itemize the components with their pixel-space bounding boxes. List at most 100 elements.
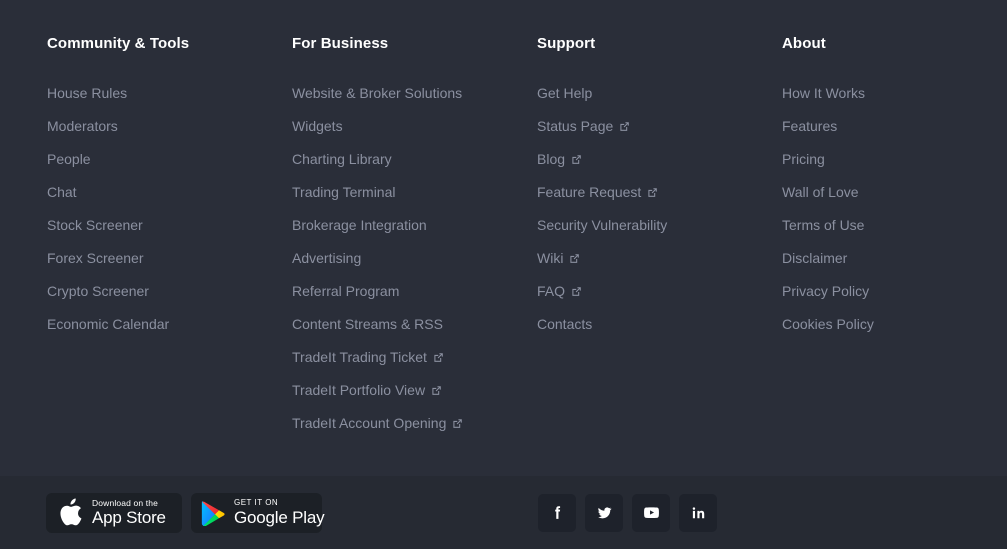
footer-link-item: Chat bbox=[47, 176, 292, 209]
footer-link[interactable]: Referral Program bbox=[292, 275, 399, 308]
footer-link-list: Get Help Status Page Blog Feature Request Se… bbox=[537, 77, 782, 341]
footer-link-label: Get Help bbox=[537, 85, 593, 101]
footer-link[interactable]: Content Streams & RSS bbox=[292, 308, 443, 341]
external-link-icon bbox=[431, 385, 442, 396]
footer-link-item: Terms of Use bbox=[782, 209, 1007, 242]
footer-link[interactable]: TradeIt Portfolio View bbox=[292, 374, 442, 407]
footer-link-columns-region: Community & Tools House Rules Moderators Pe… bbox=[0, 0, 1007, 476]
footer-column: For Business Website & Broker Solutions Wi… bbox=[292, 34, 537, 440]
footer-link-label: Referral Program bbox=[292, 283, 400, 299]
footer-link-item: FAQ bbox=[537, 275, 782, 308]
footer-column-heading: For Business bbox=[292, 35, 389, 52]
footer-link-label: Blog bbox=[537, 151, 566, 167]
footer-link[interactable]: Disclaimer bbox=[782, 242, 847, 275]
footer-link[interactable]: Blog bbox=[537, 143, 582, 176]
footer-link[interactable]: People bbox=[47, 143, 91, 176]
footer-link-label: FAQ bbox=[537, 283, 566, 299]
youtube-icon bbox=[642, 503, 661, 522]
footer-link[interactable]: Trading Terminal bbox=[292, 176, 396, 209]
footer-link[interactable]: Stock Screener bbox=[47, 209, 143, 242]
footer-link-item: Brokerage Integration bbox=[292, 209, 537, 242]
footer-link-item: Referral Program bbox=[292, 275, 537, 308]
footer-link[interactable]: Website & Broker Solutions bbox=[292, 77, 462, 110]
footer-link[interactable]: Feature Request bbox=[537, 176, 658, 209]
footer-link[interactable]: How It Works bbox=[782, 77, 865, 110]
footer-link[interactable]: Advertising bbox=[292, 242, 361, 275]
external-link-icon bbox=[571, 286, 582, 297]
twitter-link[interactable] bbox=[585, 493, 623, 532]
footer-link[interactable]: Security Vulnerability bbox=[537, 209, 667, 242]
footer-link-item: Website & Broker Solutions bbox=[292, 77, 537, 110]
footer-link-label: House Rules bbox=[47, 85, 128, 101]
footer-link-item: Wall of Love bbox=[782, 176, 1007, 209]
footer-link[interactable]: FAQ bbox=[537, 275, 582, 308]
footer-link-label: TradeIt Portfolio View bbox=[292, 382, 426, 398]
footer-link[interactable]: Moderators bbox=[47, 110, 118, 143]
footer-link-item: Cookies Policy bbox=[782, 308, 1007, 341]
footer-link[interactable]: House Rules bbox=[47, 77, 127, 110]
footer-link[interactable]: Wiki bbox=[537, 242, 580, 275]
footer-link-item: Widgets bbox=[292, 110, 537, 143]
footer-link-label: Crypto Screener bbox=[47, 283, 149, 299]
footer-link-label: Website & Broker Solutions bbox=[292, 85, 463, 101]
footer-column-heading: Support bbox=[537, 35, 596, 52]
footer-link-label: Disclaimer bbox=[782, 250, 848, 266]
footer-link-item: Forex Screener bbox=[47, 242, 292, 275]
footer-link[interactable]: Brokerage Integration bbox=[292, 209, 427, 242]
site-footer: Community & Tools House Rules Moderators Pe… bbox=[0, 0, 1007, 549]
footer-link[interactable]: TradeIt Trading Ticket bbox=[292, 341, 444, 374]
footer-link[interactable]: TradeIt Account Opening bbox=[292, 407, 463, 440]
footer-column: Community & Tools House Rules Moderators Pe… bbox=[47, 34, 292, 440]
footer-link[interactable]: Features bbox=[782, 110, 837, 143]
youtube-link[interactable] bbox=[632, 493, 670, 532]
footer-link-label: Wall of Love bbox=[782, 184, 859, 200]
google-play-icon bbox=[201, 500, 225, 527]
footer-link-item: Trading Terminal bbox=[292, 176, 537, 209]
app-store-badge-top-text: Download on the bbox=[92, 497, 159, 508]
footer-link[interactable]: Forex Screener bbox=[47, 242, 143, 275]
footer-link-item: How It Works bbox=[782, 77, 1007, 110]
footer-link[interactable]: Get Help bbox=[537, 77, 592, 110]
footer-link-item: TradeIt Account Opening bbox=[292, 407, 537, 440]
footer-link[interactable]: Status Page bbox=[537, 110, 630, 143]
footer-link-label: Forex Screener bbox=[47, 250, 144, 266]
footer-link[interactable]: Pricing bbox=[782, 143, 825, 176]
footer-link-item: TradeIt Portfolio View bbox=[292, 374, 537, 407]
footer-link-item: Disclaimer bbox=[782, 242, 1007, 275]
footer-link-item: Feature Request bbox=[537, 176, 782, 209]
external-link-icon bbox=[571, 154, 582, 165]
footer-link[interactable]: Chat bbox=[47, 176, 77, 209]
linkedin-link[interactable] bbox=[679, 493, 717, 532]
footer-link[interactable]: Wall of Love bbox=[782, 176, 859, 209]
footer-link[interactable]: Crypto Screener bbox=[47, 275, 149, 308]
footer-column: About How It Works Features Pricing Wall of … bbox=[782, 34, 1007, 440]
footer-link-item: Pricing bbox=[782, 143, 1007, 176]
footer-column-heading: About bbox=[782, 35, 826, 52]
footer-link-label: Chat bbox=[47, 184, 77, 200]
footer-link-label: Contacts bbox=[537, 316, 593, 332]
footer-link-label: Brokerage Integration bbox=[292, 217, 427, 233]
google-play-badge-text: GET IT ON Google Play bbox=[234, 499, 325, 527]
footer-link[interactable]: Terms of Use bbox=[782, 209, 864, 242]
footer-link-label: Feature Request bbox=[537, 184, 642, 200]
footer-bottom-bar: Download on the App Store GET IT ON Goog… bbox=[0, 476, 1007, 549]
footer-link-item: House Rules bbox=[47, 77, 292, 110]
footer-link-label: How It Works bbox=[782, 85, 865, 101]
footer-link[interactable]: Cookies Policy bbox=[782, 308, 874, 341]
social-links bbox=[538, 493, 717, 532]
footer-link-label: Content Streams & RSS bbox=[292, 316, 443, 332]
footer-link-item: Wiki bbox=[537, 242, 782, 275]
footer-link-item: Status Page bbox=[537, 110, 782, 143]
footer-link[interactable]: Widgets bbox=[292, 110, 343, 143]
footer-link-item: Security Vulnerability bbox=[537, 209, 782, 242]
google-play-badge[interactable]: GET IT ON Google Play bbox=[191, 492, 325, 533]
app-store-badge[interactable]: Download on the App Store bbox=[46, 492, 182, 533]
footer-link[interactable]: Economic Calendar bbox=[47, 308, 169, 341]
footer-link-label: Pricing bbox=[782, 151, 825, 167]
footer-link[interactable]: Privacy Policy bbox=[782, 275, 869, 308]
facebook-link[interactable] bbox=[538, 493, 576, 532]
footer-link-item: Features bbox=[782, 110, 1007, 143]
footer-link[interactable]: Charting Library bbox=[292, 143, 392, 176]
footer-link-item: Charting Library bbox=[292, 143, 537, 176]
footer-link[interactable]: Contacts bbox=[537, 308, 592, 341]
